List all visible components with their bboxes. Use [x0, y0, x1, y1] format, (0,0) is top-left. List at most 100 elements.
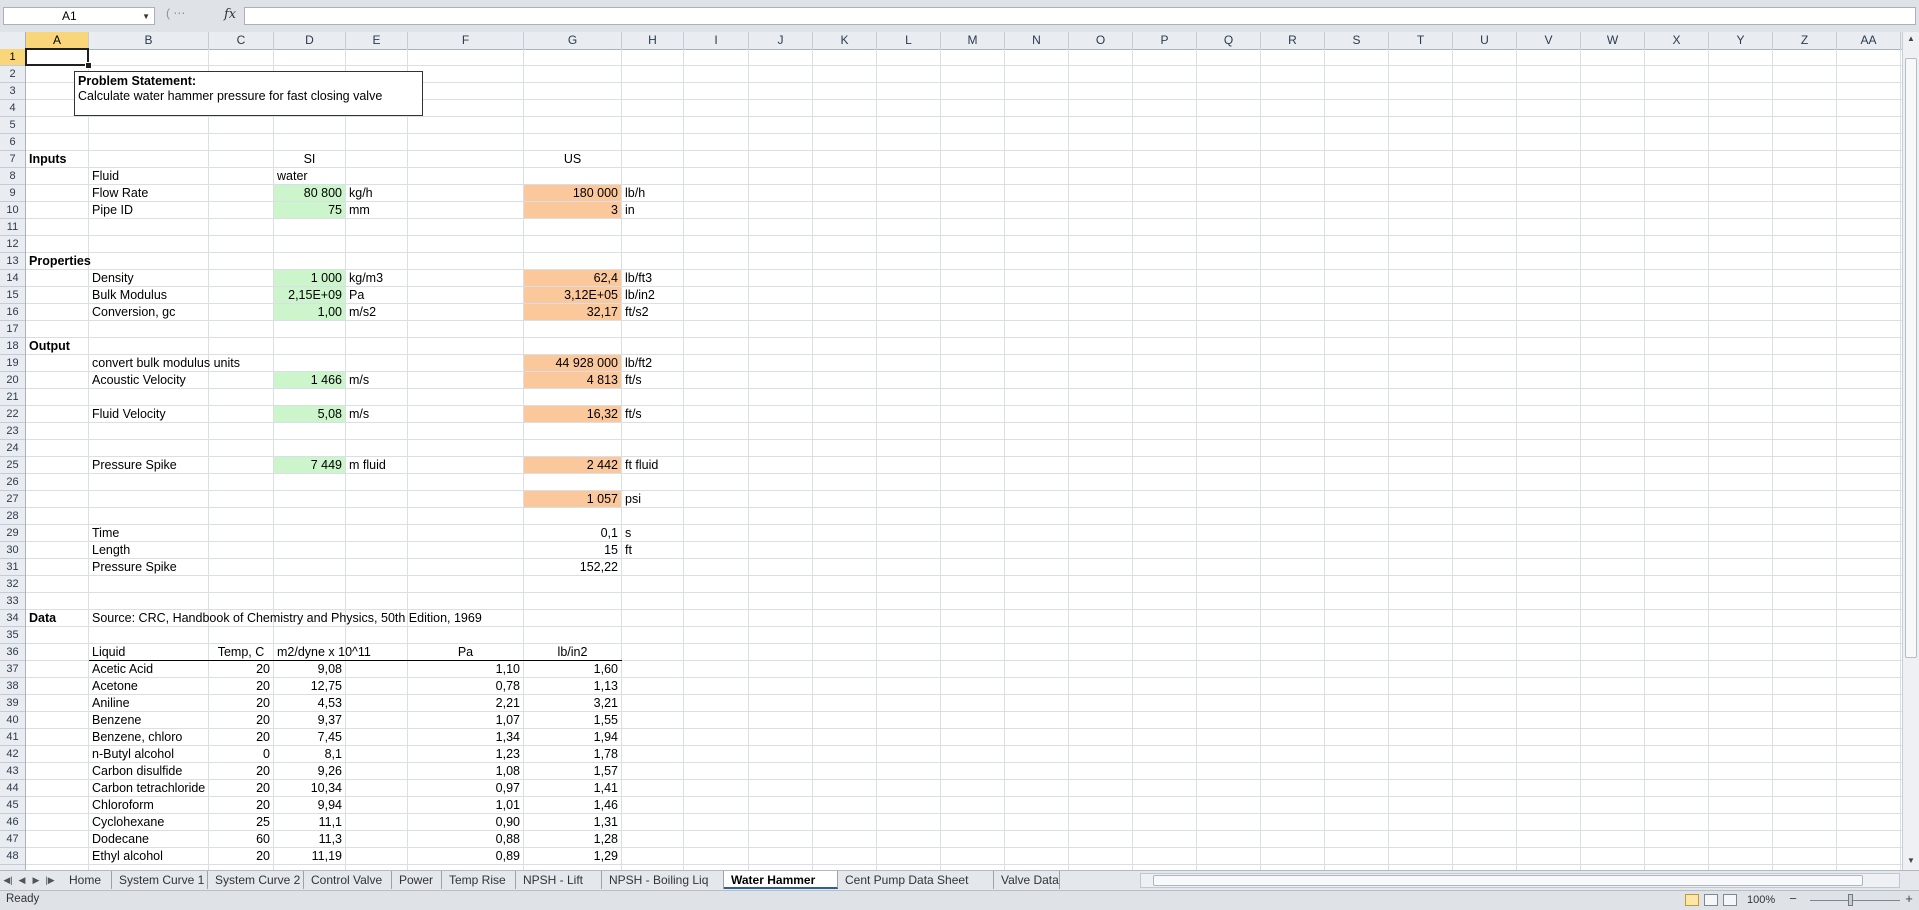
cell-B15[interactable]: Bulk Modulus	[92, 287, 167, 304]
column-header-F[interactable]: F	[408, 32, 524, 49]
row-header-5[interactable]: 5	[0, 117, 25, 134]
row-header-16[interactable]: 16	[0, 304, 25, 321]
table-cell-compressibility[interactable]: 9,37	[277, 712, 342, 729]
zoom-slider-knob[interactable]	[1848, 894, 1853, 906]
cell-D22[interactable]: 5,08	[277, 406, 342, 423]
table-cell-compressibility[interactable]: 11,3	[277, 831, 342, 848]
table-cell-temp[interactable]: 20	[212, 695, 270, 712]
select-all-corner[interactable]	[0, 32, 26, 49]
cell-H10[interactable]: in	[625, 202, 635, 219]
row-header-6[interactable]: 6	[0, 134, 25, 151]
row-header-14[interactable]: 14	[0, 270, 25, 287]
table-cell-temp[interactable]: 0	[212, 746, 270, 763]
table-cell-temp[interactable]: 20	[212, 712, 270, 729]
table-cell-compressibility[interactable]: 11,1	[277, 814, 342, 831]
cell-E15[interactable]: Pa	[349, 287, 364, 304]
cell-D36[interactable]: m2/dyne x 10^11	[277, 644, 371, 661]
table-cell-liquid[interactable]: n-Butyl alcohol	[92, 746, 174, 763]
table-cell-liquid[interactable]: Chloroform	[92, 797, 154, 814]
cell-C36[interactable]: Temp, C	[212, 644, 270, 661]
column-header-N[interactable]: N	[1005, 32, 1069, 49]
row-header-15[interactable]: 15	[0, 287, 25, 304]
table-cell-psi[interactable]: 1,94	[527, 729, 618, 746]
problem-statement-textbox[interactable]: Problem Statement: Calculate water hammer…	[74, 71, 423, 116]
cell-B9[interactable]: Flow Rate	[92, 185, 148, 202]
column-header-I[interactable]: I	[684, 32, 749, 49]
cell-B10[interactable]: Pipe ID	[92, 202, 133, 219]
table-cell-psi[interactable]: 1,57	[527, 763, 618, 780]
cell-B20[interactable]: Acoustic Velocity	[92, 372, 186, 389]
sheet-tab-control-valve[interactable]: Control Valve	[304, 871, 392, 889]
vertical-scrollbar[interactable]: ▲ ▼	[1902, 32, 1919, 870]
cell-G27[interactable]: 1 057	[527, 491, 618, 508]
cell-E20[interactable]: m/s	[349, 372, 369, 389]
last-sheet-icon[interactable]: |▶	[44, 873, 56, 887]
table-cell-temp[interactable]: 20	[212, 729, 270, 746]
cell-B31[interactable]: Pressure Spike	[92, 559, 177, 576]
table-cell-pa[interactable]: 1,23	[411, 746, 520, 763]
cell-B34[interactable]: Source: CRC, Handbook of Chemistry and P…	[92, 610, 482, 627]
table-cell-compressibility[interactable]: 7,45	[277, 729, 342, 746]
row-header-20[interactable]: 20	[0, 372, 25, 389]
table-cell-liquid[interactable]: Ethyl alcohol	[92, 848, 163, 865]
table-cell-temp[interactable]: 20	[212, 797, 270, 814]
column-header-C[interactable]: C	[209, 32, 274, 49]
row-header-25[interactable]: 25	[0, 457, 25, 474]
cell-H15[interactable]: lb/in2	[625, 287, 655, 304]
page-layout-view-icon[interactable]	[1704, 894, 1718, 906]
table-cell-liquid[interactable]: Benzene, chloro	[92, 729, 182, 746]
formula-input[interactable]	[244, 7, 1916, 25]
sheet-tab-power[interactable]: Power	[392, 871, 442, 889]
cell-E14[interactable]: kg/m3	[349, 270, 383, 287]
row-header-18[interactable]: 18	[0, 338, 25, 355]
table-cell-pa[interactable]: 0,88	[411, 831, 520, 848]
sheet-tab-temp-rise[interactable]: Temp Rise	[442, 871, 516, 889]
normal-view-icon[interactable]	[1685, 894, 1699, 906]
cell-B22[interactable]: Fluid Velocity	[92, 406, 166, 423]
table-cell-liquid[interactable]: Acetic Acid	[92, 661, 153, 678]
sheet-tab-system-curve-1[interactable]: System Curve 1	[112, 871, 208, 889]
zoom-slider-track[interactable]	[1810, 900, 1900, 901]
cell-G16[interactable]: 32,17	[527, 304, 618, 321]
cell-G7[interactable]: US	[527, 151, 618, 168]
worksheet-grid[interactable]: A B C D E F G H I J K L M N O P Q R S T U V W X Y Z AA 1 2 3 4 5 6 7 8 9 10…	[0, 32, 1902, 870]
table-cell-pa[interactable]: 0,97	[411, 780, 520, 797]
row-header-38[interactable]: 38	[0, 678, 25, 695]
cell-E10[interactable]: mm	[349, 202, 370, 219]
cell-D9[interactable]: 80 800	[277, 185, 342, 202]
cell-E25[interactable]: m fluid	[349, 457, 386, 474]
cell-D8[interactable]: water	[277, 168, 308, 185]
scroll-down-icon[interactable]: ▼	[1903, 854, 1919, 868]
row-header-48[interactable]: 48	[0, 848, 25, 865]
cell-B30[interactable]: Length	[92, 542, 130, 559]
row-header-30[interactable]: 30	[0, 542, 25, 559]
first-sheet-icon[interactable]: ◀|	[2, 873, 14, 887]
table-cell-compressibility[interactable]: 4,53	[277, 695, 342, 712]
horizontal-scrollbar[interactable]	[1140, 873, 1900, 888]
table-cell-liquid[interactable]: Cyclohexane	[92, 814, 164, 831]
column-header-Z[interactable]: Z	[1773, 32, 1837, 49]
table-cell-temp[interactable]: 20	[212, 763, 270, 780]
row-header-39[interactable]: 39	[0, 695, 25, 712]
cell-B36[interactable]: Liquid	[92, 644, 125, 661]
cell-D7[interactable]: SI	[277, 151, 342, 168]
table-cell-psi[interactable]: 1,46	[527, 797, 618, 814]
column-header-Q[interactable]: Q	[1197, 32, 1261, 49]
zoom-out-icon[interactable]: −	[1786, 892, 1800, 906]
cell-F36[interactable]: Pa	[411, 644, 520, 661]
table-cell-liquid[interactable]: Aniline	[92, 695, 130, 712]
column-header-G[interactable]: G	[524, 32, 622, 49]
table-cell-temp[interactable]: 60	[212, 831, 270, 848]
table-cell-compressibility[interactable]: 9,94	[277, 797, 342, 814]
row-header-40[interactable]: 40	[0, 712, 25, 729]
cell-H19[interactable]: lb/ft2	[625, 355, 652, 372]
table-cell-temp[interactable]: 20	[212, 678, 270, 695]
column-header-P[interactable]: P	[1133, 32, 1197, 49]
table-cell-pa[interactable]: 0,89	[411, 848, 520, 865]
chevron-down-icon[interactable]: ▼	[142, 9, 150, 25]
sheet-tab-system-curve-2[interactable]: System Curve 2	[208, 871, 304, 889]
row-header-4[interactable]: 4	[0, 100, 25, 117]
column-header-E[interactable]: E	[346, 32, 408, 49]
table-cell-psi[interactable]: 3,21	[527, 695, 618, 712]
row-header-44[interactable]: 44	[0, 780, 25, 797]
